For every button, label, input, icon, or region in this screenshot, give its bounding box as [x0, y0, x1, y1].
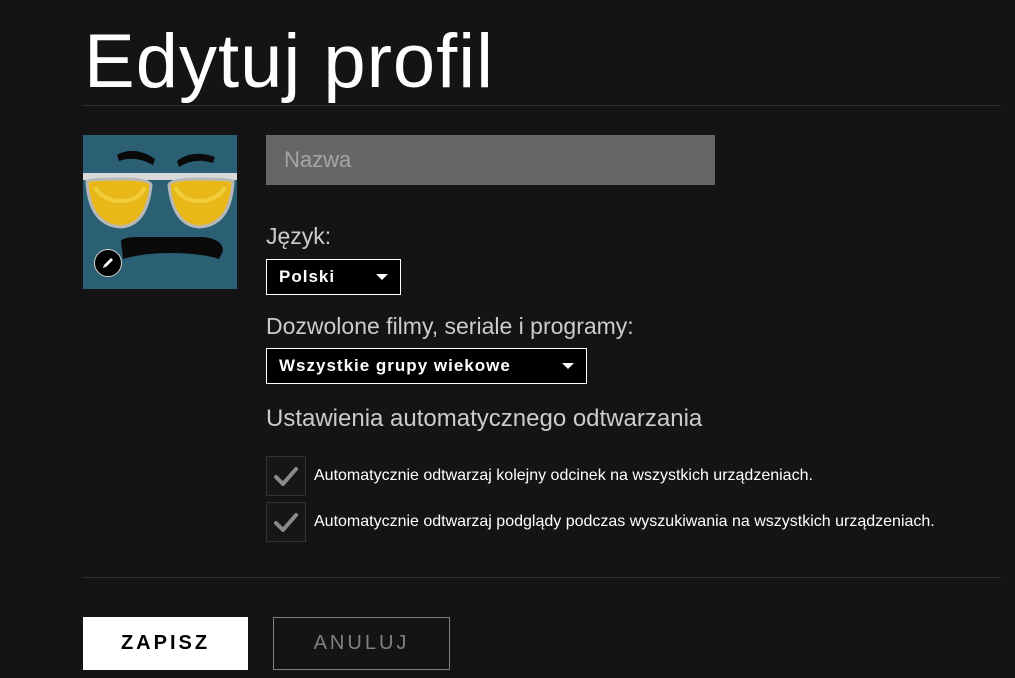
- pencil-icon: [103, 258, 113, 268]
- autoplay-previews-label: Automatycznie odtwarzaj podglądy podczas…: [314, 513, 935, 530]
- caret-down-icon: [376, 274, 388, 280]
- autoplay-next-episode-checkbox[interactable]: [266, 456, 306, 496]
- autoplay-previews-checkbox[interactable]: [266, 502, 306, 542]
- maturity-dropdown[interactable]: Wszystkie grupy wiekowe: [266, 348, 587, 384]
- checkmark-icon: [274, 467, 298, 486]
- edit-avatar-button[interactable]: [94, 249, 122, 277]
- maturity-label: Dozwolone filmy, seriale i programy:: [266, 313, 634, 339]
- language-dropdown[interactable]: Polski: [266, 259, 401, 295]
- checkmark-icon: [274, 513, 298, 532]
- cancel-button[interactable]: ANULUJ: [273, 617, 450, 670]
- profile-name-input[interactable]: [266, 135, 715, 185]
- actions-divider: [83, 577, 1001, 578]
- language-selected: Polski: [279, 267, 336, 286]
- edit-profile-page: Edytuj profil Język: Polski Dozwol: [0, 0, 1015, 678]
- autoplay-next-episode-label: Automatycznie odtwarzaj kolejny odcinek …: [314, 467, 813, 484]
- save-button[interactable]: ZAPISZ: [83, 617, 248, 670]
- language-label: Język:: [266, 223, 332, 249]
- page-title: Edytuj profil: [84, 19, 495, 104]
- autoplay-heading: Ustawienia automatycznego odtwarzania: [266, 405, 703, 432]
- autoplay-next-episode-option: Automatycznie odtwarzaj kolejny odcinek …: [266, 456, 813, 496]
- maturity-selected: Wszystkie grupy wiekowe: [279, 356, 511, 375]
- title-divider: [83, 105, 1001, 106]
- autoplay-previews-option: Automatycznie odtwarzaj podglądy podczas…: [266, 502, 935, 542]
- caret-down-icon: [562, 363, 574, 369]
